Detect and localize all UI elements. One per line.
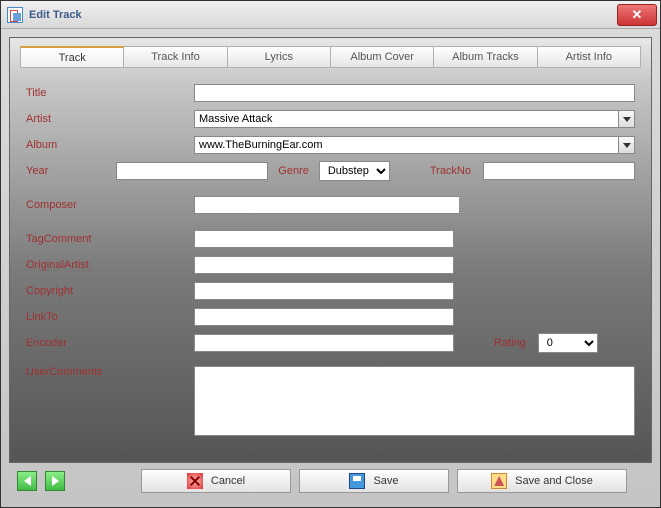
- originalartist-label: OriginalArtist: [26, 259, 194, 271]
- title-label: Title: [26, 87, 194, 99]
- save-button[interactable]: Save: [299, 469, 449, 493]
- save-icon: [349, 473, 365, 489]
- title-input[interactable]: [194, 84, 635, 102]
- trackno-label: TrackNo: [390, 165, 483, 177]
- tagcomment-label: TagComment: [26, 233, 194, 245]
- trackno-input[interactable]: [483, 162, 635, 180]
- cancel-label: Cancel: [211, 475, 245, 487]
- year-label: Year: [26, 165, 116, 177]
- tab-artist-info[interactable]: Artist Info: [537, 46, 641, 68]
- save-close-button[interactable]: Save and Close: [457, 469, 627, 493]
- linkto-label: LinkTo: [26, 311, 194, 323]
- album-combo[interactable]: [194, 136, 635, 154]
- originalartist-input[interactable]: [194, 256, 454, 274]
- composer-combo[interactable]: [194, 196, 459, 214]
- usercomments-textarea[interactable]: [194, 366, 635, 436]
- save-label: Save: [373, 475, 398, 487]
- artist-input[interactable]: [194, 110, 618, 128]
- tab-bar: Track Track Info Lyrics Album Cover Albu…: [20, 46, 641, 68]
- titlebar: Edit Track ✕: [1, 1, 660, 29]
- artist-dropdown-icon[interactable]: [618, 110, 635, 128]
- usercomments-label: UserComments: [26, 366, 194, 378]
- album-input[interactable]: [194, 136, 618, 154]
- tab-track-info[interactable]: Track Info: [123, 46, 227, 68]
- tab-lyrics[interactable]: Lyrics: [227, 46, 331, 68]
- rating-select[interactable]: 0: [538, 333, 598, 353]
- cancel-button[interactable]: Cancel: [141, 469, 291, 493]
- genre-select[interactable]: Dubstep: [319, 161, 390, 181]
- tab-track[interactable]: Track: [20, 46, 124, 68]
- encoder-input[interactable]: [194, 334, 454, 352]
- track-form: Title Artist Album: [20, 78, 641, 444]
- copyright-input[interactable]: [194, 282, 454, 300]
- linkto-input[interactable]: [194, 308, 454, 326]
- encoder-label: Encoder: [26, 337, 194, 349]
- main-panel: Track Track Info Lyrics Album Cover Albu…: [9, 37, 652, 463]
- composer-label: Composer: [26, 199, 194, 211]
- app-icon: [7, 7, 23, 23]
- edit-track-window: Edit Track ✕ Track Track Info Lyrics Alb…: [0, 0, 661, 508]
- prev-button[interactable]: [17, 471, 37, 491]
- tab-album-tracks[interactable]: Album Tracks: [433, 46, 537, 68]
- next-button[interactable]: [45, 471, 65, 491]
- composer-input[interactable]: [194, 196, 459, 214]
- year-input[interactable]: [116, 162, 268, 180]
- save-close-icon: [491, 473, 507, 489]
- save-close-label: Save and Close: [515, 475, 593, 487]
- artist-combo[interactable]: [194, 110, 635, 128]
- album-label: Album: [26, 139, 194, 151]
- window-title: Edit Track: [29, 9, 82, 21]
- cancel-icon: [187, 473, 203, 489]
- tab-album-cover[interactable]: Album Cover: [330, 46, 434, 68]
- action-bar: Cancel Save Save and Close: [9, 463, 652, 499]
- artist-label: Artist: [26, 113, 194, 125]
- album-dropdown-icon[interactable]: [618, 136, 635, 154]
- close-button[interactable]: ✕: [617, 4, 657, 26]
- genre-label: Genre: [268, 165, 319, 177]
- tagcomment-input[interactable]: [194, 230, 454, 248]
- copyright-label: Copyright: [26, 285, 194, 297]
- rating-label: Rating: [454, 337, 538, 349]
